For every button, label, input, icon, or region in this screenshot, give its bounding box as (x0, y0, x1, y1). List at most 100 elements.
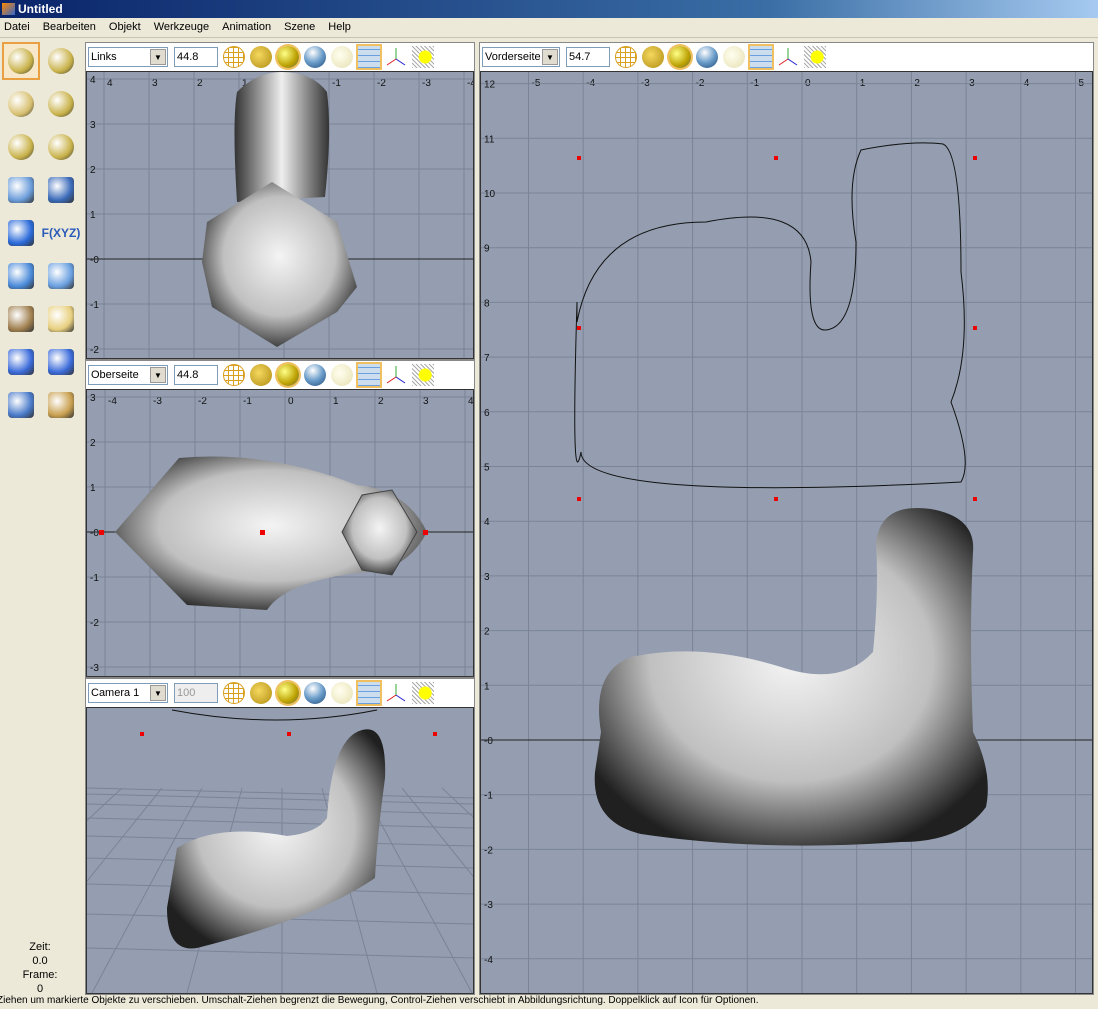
viewport-canvas[interactable] (86, 707, 474, 994)
smooth-shade-button[interactable] (277, 364, 299, 386)
tool-plane[interactable] (2, 171, 40, 209)
metal-shade-button[interactable] (304, 682, 326, 704)
sphere-icon (8, 134, 34, 160)
viewport-top: Oberseite ▼ 44.8 -4 -3 -2 -1 0 1 2 3 4 3 2 1 -0 -1 -2 -3 (85, 360, 475, 678)
menu-bearbeiten[interactable]: Bearbeiten (43, 21, 96, 37)
hierarchy-icon (8, 263, 34, 289)
menu-datei[interactable]: Datei (4, 21, 30, 37)
tool-curve[interactable] (2, 343, 40, 381)
y-tick-label: 8 (484, 298, 490, 309)
view-select[interactable]: Vorderseite ▼ (482, 47, 560, 67)
light-camera-button[interactable] (412, 682, 434, 704)
axes-toggle-button[interactable] (385, 682, 407, 704)
y-tick-label: -1 (90, 300, 99, 311)
chevron-down-icon[interactable]: ▼ (150, 49, 166, 65)
y-tick-label: 12 (484, 80, 496, 91)
tool-wire-cube[interactable] (2, 214, 40, 252)
light-camera-button[interactable] (804, 46, 826, 68)
x-tick-label: 2 (378, 396, 384, 407)
smooth-shade-button[interactable] (277, 46, 299, 68)
chevron-down-icon[interactable]: ▼ (150, 685, 166, 701)
tool-polygon[interactable] (42, 171, 80, 209)
grid-toggle-button[interactable] (750, 46, 772, 68)
function-icon: F(XYZ) (41, 226, 81, 240)
zoom-input[interactable]: 44.8 (174, 365, 218, 385)
flat-shade-button[interactable] (250, 682, 272, 704)
tool-move[interactable] (2, 42, 40, 80)
metal-shade-button[interactable] (304, 364, 326, 386)
rotate-icon (48, 48, 74, 74)
viewport-canvas[interactable]: -5 -4 -3 -2 -1 0 1 2 3 4 5 12 11 10 9 8 7 6 5 4 3 2 1 -0 -1 -2 -3-… (480, 71, 1093, 994)
view-select[interactable]: Camera 1 ▼ (88, 683, 168, 703)
transparent-shade-button[interactable] (331, 46, 353, 68)
tool-cylinder[interactable] (42, 128, 80, 166)
smooth-shade-button[interactable] (669, 46, 691, 68)
viewport-canvas[interactable]: 43210-1-2-3-44321-0-1-2 (86, 71, 474, 359)
chevron-down-icon[interactable]: ▼ (150, 367, 166, 383)
viewport-canvas[interactable]: -4 -3 -2 -1 0 1 2 3 4 3 2 1 -0 -1 -2 -3 (86, 389, 474, 677)
tool-rotate-view[interactable] (42, 386, 80, 424)
x-tick-label: 4 (107, 78, 113, 89)
wireframe-button[interactable] (223, 46, 245, 68)
zoom-input[interactable]: 44.8 (174, 47, 218, 67)
tool-palette: F(XYZ) (0, 40, 84, 920)
zoom-input[interactable]: 54.7 (566, 47, 610, 67)
view-select[interactable]: Oberseite ▼ (88, 365, 168, 385)
tool-curve-edit[interactable] (42, 343, 80, 381)
y-tick-label: 2 (90, 165, 96, 176)
menu-werkzeuge[interactable]: Werkzeuge (154, 21, 209, 37)
axes-toggle-button[interactable] (385, 46, 407, 68)
menu-animation[interactable]: Animation (222, 21, 271, 37)
frame-label: Frame: (22, 969, 58, 981)
tool-drops[interactable] (42, 257, 80, 295)
wireframe-button[interactable] (223, 682, 245, 704)
transparent-shade-button[interactable] (331, 364, 353, 386)
drops-icon (48, 263, 74, 289)
smooth-shade-button[interactable] (277, 682, 299, 704)
y-tick-label: 10 (484, 189, 496, 200)
tool-sphere[interactable] (2, 128, 40, 166)
axes-toggle-button[interactable] (777, 46, 799, 68)
y-tick-label: -3 (484, 900, 493, 911)
tool-hierarchy[interactable] (2, 257, 40, 295)
metal-shade-button[interactable] (696, 46, 718, 68)
flat-shade-button[interactable] (250, 364, 272, 386)
grid-toggle-button[interactable] (358, 46, 380, 68)
view-toolbar: Links ▼ 44.8 (86, 43, 474, 71)
x-tick-label: 1 (333, 396, 339, 407)
tool-rotate[interactable] (42, 42, 80, 80)
tool-function[interactable]: F(XYZ) (41, 214, 81, 252)
menu-help[interactable]: Help (328, 21, 351, 37)
view-select[interactable]: Links ▼ (88, 47, 168, 67)
cylinder-icon (48, 134, 74, 160)
tool-cube[interactable] (42, 85, 80, 123)
tool-light[interactable] (42, 300, 80, 338)
menu-szene[interactable]: Szene (284, 21, 315, 37)
y-tick-label: 6 (484, 408, 490, 419)
y-tick-label: -0 (484, 736, 493, 747)
flat-shade-button[interactable] (250, 46, 272, 68)
wireframe-button[interactable] (223, 364, 245, 386)
chevron-down-icon[interactable]: ▼ (542, 49, 558, 65)
control-point (423, 530, 428, 535)
axes-toggle-button[interactable] (385, 364, 407, 386)
curve-edit-icon (48, 349, 74, 375)
viewport-left: Links▼44.843210-1-2-3-44321-0-1-2 (85, 42, 475, 360)
tool-pan-view[interactable] (2, 386, 40, 424)
metal-shade-button[interactable] (304, 46, 326, 68)
y-tick-label: 3 (90, 120, 96, 131)
grid-toggle-button[interactable] (358, 682, 380, 704)
transparent-shade-button[interactable] (331, 682, 353, 704)
mesh-object (167, 729, 386, 949)
light-camera-button[interactable] (412, 364, 434, 386)
flat-shade-button[interactable] (642, 46, 664, 68)
menu-objekt[interactable]: Objekt (109, 21, 141, 37)
transparent-shade-button[interactable] (723, 46, 745, 68)
wireframe-button[interactable] (615, 46, 637, 68)
tool-camera[interactable] (2, 300, 40, 338)
zoom-input: 100 (174, 683, 218, 703)
view-toolbar: Camera 1 ▼ 100 (86, 679, 474, 707)
light-camera-button[interactable] (412, 46, 434, 68)
grid-toggle-button[interactable] (358, 364, 380, 386)
tool-scale[interactable] (2, 85, 40, 123)
